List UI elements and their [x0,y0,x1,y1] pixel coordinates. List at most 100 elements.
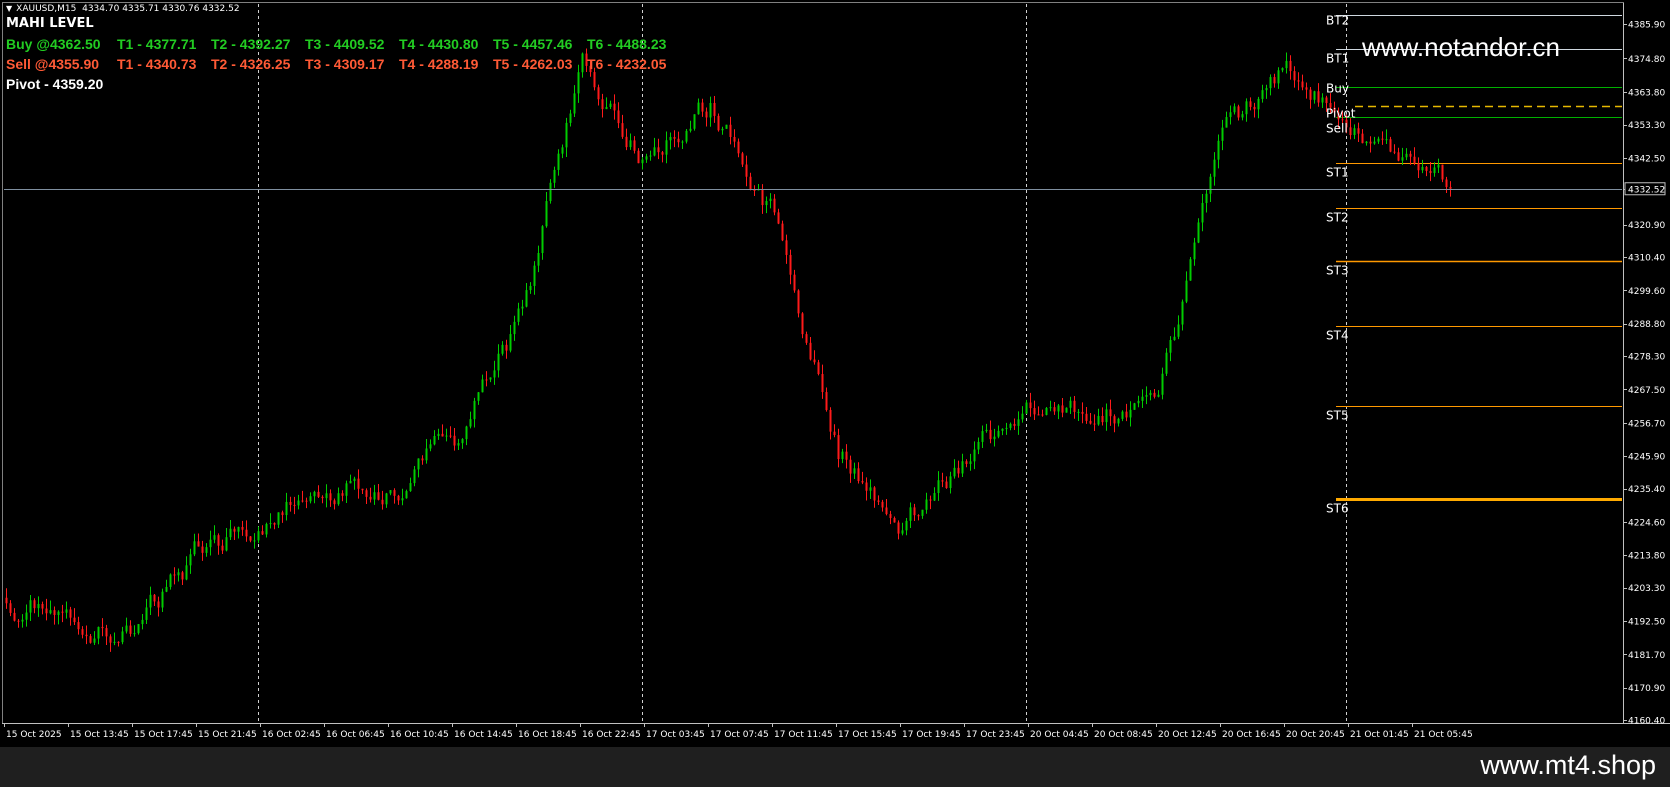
candle-bull [437,433,440,436]
candle-bull [337,493,340,505]
candle-bull [549,182,552,202]
candle-bear [657,147,660,153]
candle-bear [1113,416,1116,424]
candle-bear [1125,411,1128,418]
candle-bear [301,500,304,502]
candle-bear [1013,423,1016,426]
candle-bear [1305,87,1308,90]
candle-bull [253,540,256,542]
candle-bear [865,482,868,491]
candle-bear [5,597,8,604]
candle-bear [1397,152,1400,161]
candle-bull [429,444,432,449]
price-tick-label: 4235.40 [1628,485,1665,495]
candle-bull [417,458,420,470]
candle-bear [633,140,636,151]
sell-target-t5: T5 - 4262.03 [493,56,573,72]
candle-bull [669,137,672,141]
candle-bull [49,610,52,614]
candle-bull [1197,222,1200,243]
candle-bear [817,362,820,375]
candle-bull [641,159,644,164]
candle-bear [877,500,880,502]
price-tick-label: 4181.70 [1628,651,1665,661]
candle-bear [13,612,16,621]
candle-bear [441,433,444,437]
candle-bear [797,290,800,314]
candle-bear [221,545,224,551]
candle-bear [1389,139,1392,152]
candle-bear [1381,138,1384,140]
candle-bull [237,526,240,532]
candle-bull [1201,203,1204,223]
candle-bull [177,572,180,576]
candle-bull [497,353,500,371]
candle-bull [93,638,96,643]
time-tick-label: 15 Oct 17:45 [134,730,193,740]
candle-bear [737,141,740,154]
candle-bull [29,600,32,613]
buy-target-t1: T1 - 4377.71 [117,36,197,52]
candle-bear [625,136,628,148]
candle-bull [1129,409,1132,418]
candle-bear [201,546,204,553]
candle-bull [1233,106,1236,113]
time-tick-label: 15 Oct 2025 [6,730,62,740]
candle-bull [1421,166,1424,171]
candle-bear [105,628,108,637]
candle-bull [581,53,584,73]
candle-bear [421,458,424,461]
candle-bull [121,631,124,643]
candle-bear [261,531,264,535]
candle-bull [841,451,844,460]
candle-bull [1401,157,1404,161]
candle-bear [393,490,396,496]
candle-bear [241,526,244,530]
candle-bull [653,147,656,156]
candle-bull [425,448,428,461]
candle-bear [717,115,720,131]
price-tick-label: 4160.40 [1628,717,1665,727]
price-tick-label: 4256.70 [1628,419,1665,429]
price-tick-label: 4192.50 [1628,617,1665,627]
candle-bull [229,528,232,538]
candle-bear [733,136,736,142]
level-label-bt2: BT2 [1326,14,1349,28]
price-tick-label: 4224.60 [1628,518,1665,528]
price-tick-label: 4385.90 [1628,21,1665,31]
candle-bull [513,321,516,335]
candle-bear [369,496,372,500]
candle-bear [41,604,44,609]
candle-bull [973,449,976,462]
candle-bear [1153,392,1156,397]
candle-bear [1325,97,1328,104]
candle-bull [1149,392,1152,396]
price-tick-label: 4342.50 [1628,154,1665,164]
candle-bear [957,467,960,474]
candle-bull [681,141,684,143]
candle-bear [293,504,296,506]
candle-bull [133,633,136,635]
candle-bull [525,290,528,307]
candle-bull [561,147,564,154]
candle-bull [1057,405,1060,412]
ohlc-values: 4334.70 4335.71 4330.76 4332.52 [82,4,240,14]
candle-bull [1021,413,1024,420]
collapse-triangle-icon[interactable]: ▼ [6,4,12,13]
candle-bear [249,536,252,541]
price-chart[interactable]: 4385.90 4374.80 4363.80 4353.30 4342.50 4332.… [0,0,1670,747]
candle-bear [1417,163,1420,171]
candle-bull [1281,68,1284,71]
candle-bull [1205,193,1208,204]
candle-bear [713,102,716,116]
sell-target-t1: T1 - 4340.73 [117,56,197,72]
candle-bull [465,426,468,440]
candle-bear [1357,128,1360,134]
candle-bull [353,478,356,481]
candle-bear [197,541,200,547]
candle-bear [861,481,864,483]
symbol-info-bar: ▼ XAUUSD,M15 4334.70 4335.71 4330.76 4332… [6,4,240,14]
candle-bear [1073,400,1076,412]
candle-bull [145,607,148,620]
candle-bull [137,624,140,634]
